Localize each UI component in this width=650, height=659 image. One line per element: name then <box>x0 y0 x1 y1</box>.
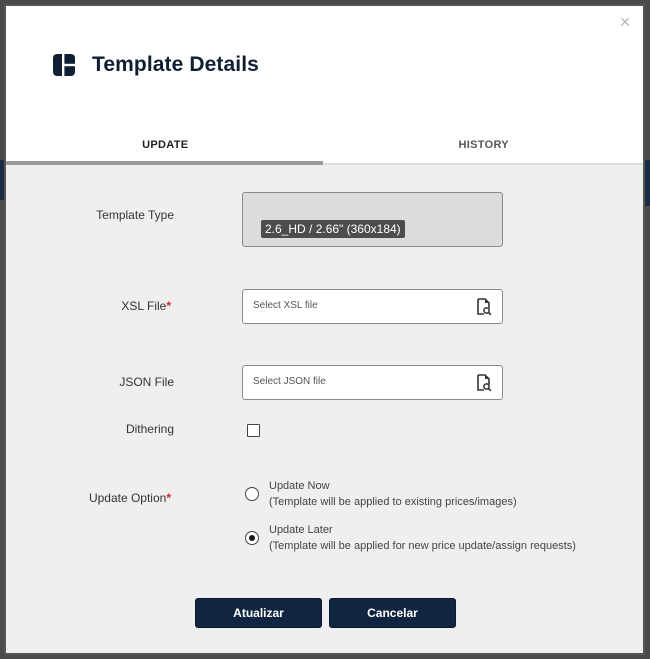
title-wrap: Template Details <box>52 52 259 78</box>
xsl-file-input[interactable]: Select XSL file <box>242 289 503 324</box>
template-type-field: 2.6_HD / 2.66" (360x184) <box>242 192 503 247</box>
template-details-modal: × Template Details UPDATE HISTORY Templa… <box>4 4 645 655</box>
file-search-icon[interactable] <box>476 374 492 392</box>
tab-history[interactable]: HISTORY <box>325 132 644 166</box>
update-later-description: (Template will be applied for new price … <box>269 540 576 552</box>
update-later-title: Update Later <box>269 524 333 536</box>
template-layout-icon <box>53 54 75 76</box>
xsl-file-placeholder: Select XSL file <box>253 300 318 311</box>
update-option-label-text: Update Option <box>88 491 167 505</box>
update-now-option[interactable]: Update Now (Template will be applied to … <box>269 478 517 510</box>
atualizar-button[interactable]: Atualizar <box>195 598 322 628</box>
file-search-icon[interactable] <box>476 298 492 316</box>
template-type-label-text: Template Type <box>96 208 174 222</box>
xsl-file-label: XSL File* <box>6 299 171 313</box>
update-now-description: (Template will be applied to existing pr… <box>269 496 517 508</box>
dithering-label-text: Dithering <box>125 422 174 436</box>
close-icon[interactable]: × <box>617 13 633 31</box>
dithering-checkbox[interactable] <box>247 424 260 437</box>
radio-selected-dot <box>248 534 255 541</box>
json-file-label: JSON File <box>6 375 174 389</box>
xsl-file-label-text: XSL File <box>121 299 167 313</box>
modal-header: × Template Details UPDATE HISTORY <box>6 6 644 166</box>
active-tab-indicator <box>6 161 323 165</box>
update-now-radio[interactable] <box>245 487 259 501</box>
template-type-chip: 2.6_HD / 2.66" (360x184) <box>261 220 405 238</box>
tab-divider <box>323 163 643 165</box>
page-title: Template Details <box>92 53 259 76</box>
json-file-label-text: JSON File <box>119 375 174 389</box>
json-file-input[interactable]: Select JSON file <box>242 365 503 400</box>
update-later-radio[interactable] <box>245 531 259 545</box>
cancelar-button[interactable]: Cancelar <box>329 598 456 628</box>
update-now-title: Update Now <box>269 480 330 492</box>
template-type-label: Template Type <box>6 208 174 222</box>
update-later-option[interactable]: Update Later (Template will be applied f… <box>269 522 576 554</box>
dithering-label: Dithering <box>6 422 174 436</box>
update-option-label: Update Option* <box>6 491 171 505</box>
required-marker: * <box>166 491 171 505</box>
backdrop-strip-right <box>645 160 650 206</box>
json-file-placeholder: Select JSON file <box>253 376 326 387</box>
required-marker: * <box>166 299 171 313</box>
